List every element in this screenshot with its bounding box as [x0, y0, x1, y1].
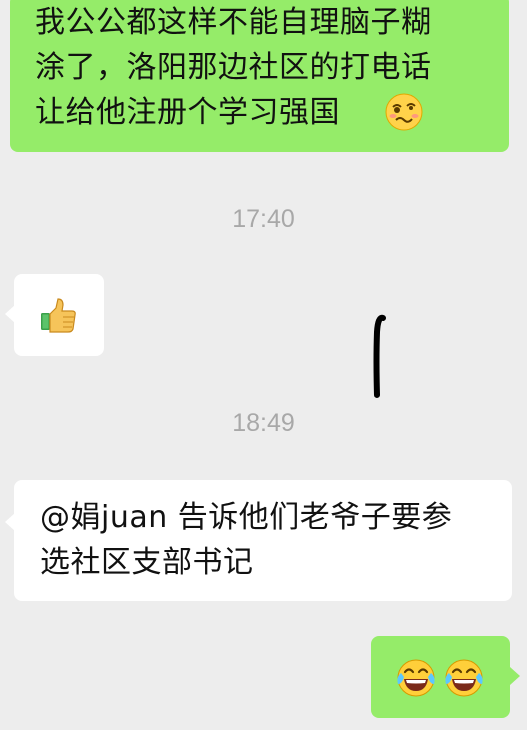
message-bubble-self[interactable]: [371, 636, 510, 718]
message-bubble-other[interactable]: @娟juan 告诉他们老爷子要参 选社区支部书记: [14, 480, 512, 601]
thumbs-up-icon: [39, 296, 79, 336]
ink-stroke: [373, 314, 386, 398]
timestamp: 17:40: [232, 205, 295, 233]
message-bubble-other[interactable]: [14, 274, 104, 356]
bubble-tail: [510, 667, 520, 685]
tears-of-joy-icon: [395, 657, 437, 699]
message-bubble-self[interactable]: 我公公都这样不能自理脑子糊 涂了，洛阳那边社区的打电话 让给他注册个学习强国: [10, 0, 509, 152]
message-text: 我公公都这样不能自理脑子糊 涂了，洛阳那边社区的打电话 让给他注册个学习强国: [35, 5, 432, 130]
message-text: @娟juan 告诉他们老爷子要参 选社区支部书记: [40, 500, 453, 580]
timestamp: 18:49: [232, 409, 295, 437]
tears-of-joy-icon: [443, 657, 485, 699]
woozy-face-icon: [384, 92, 424, 132]
